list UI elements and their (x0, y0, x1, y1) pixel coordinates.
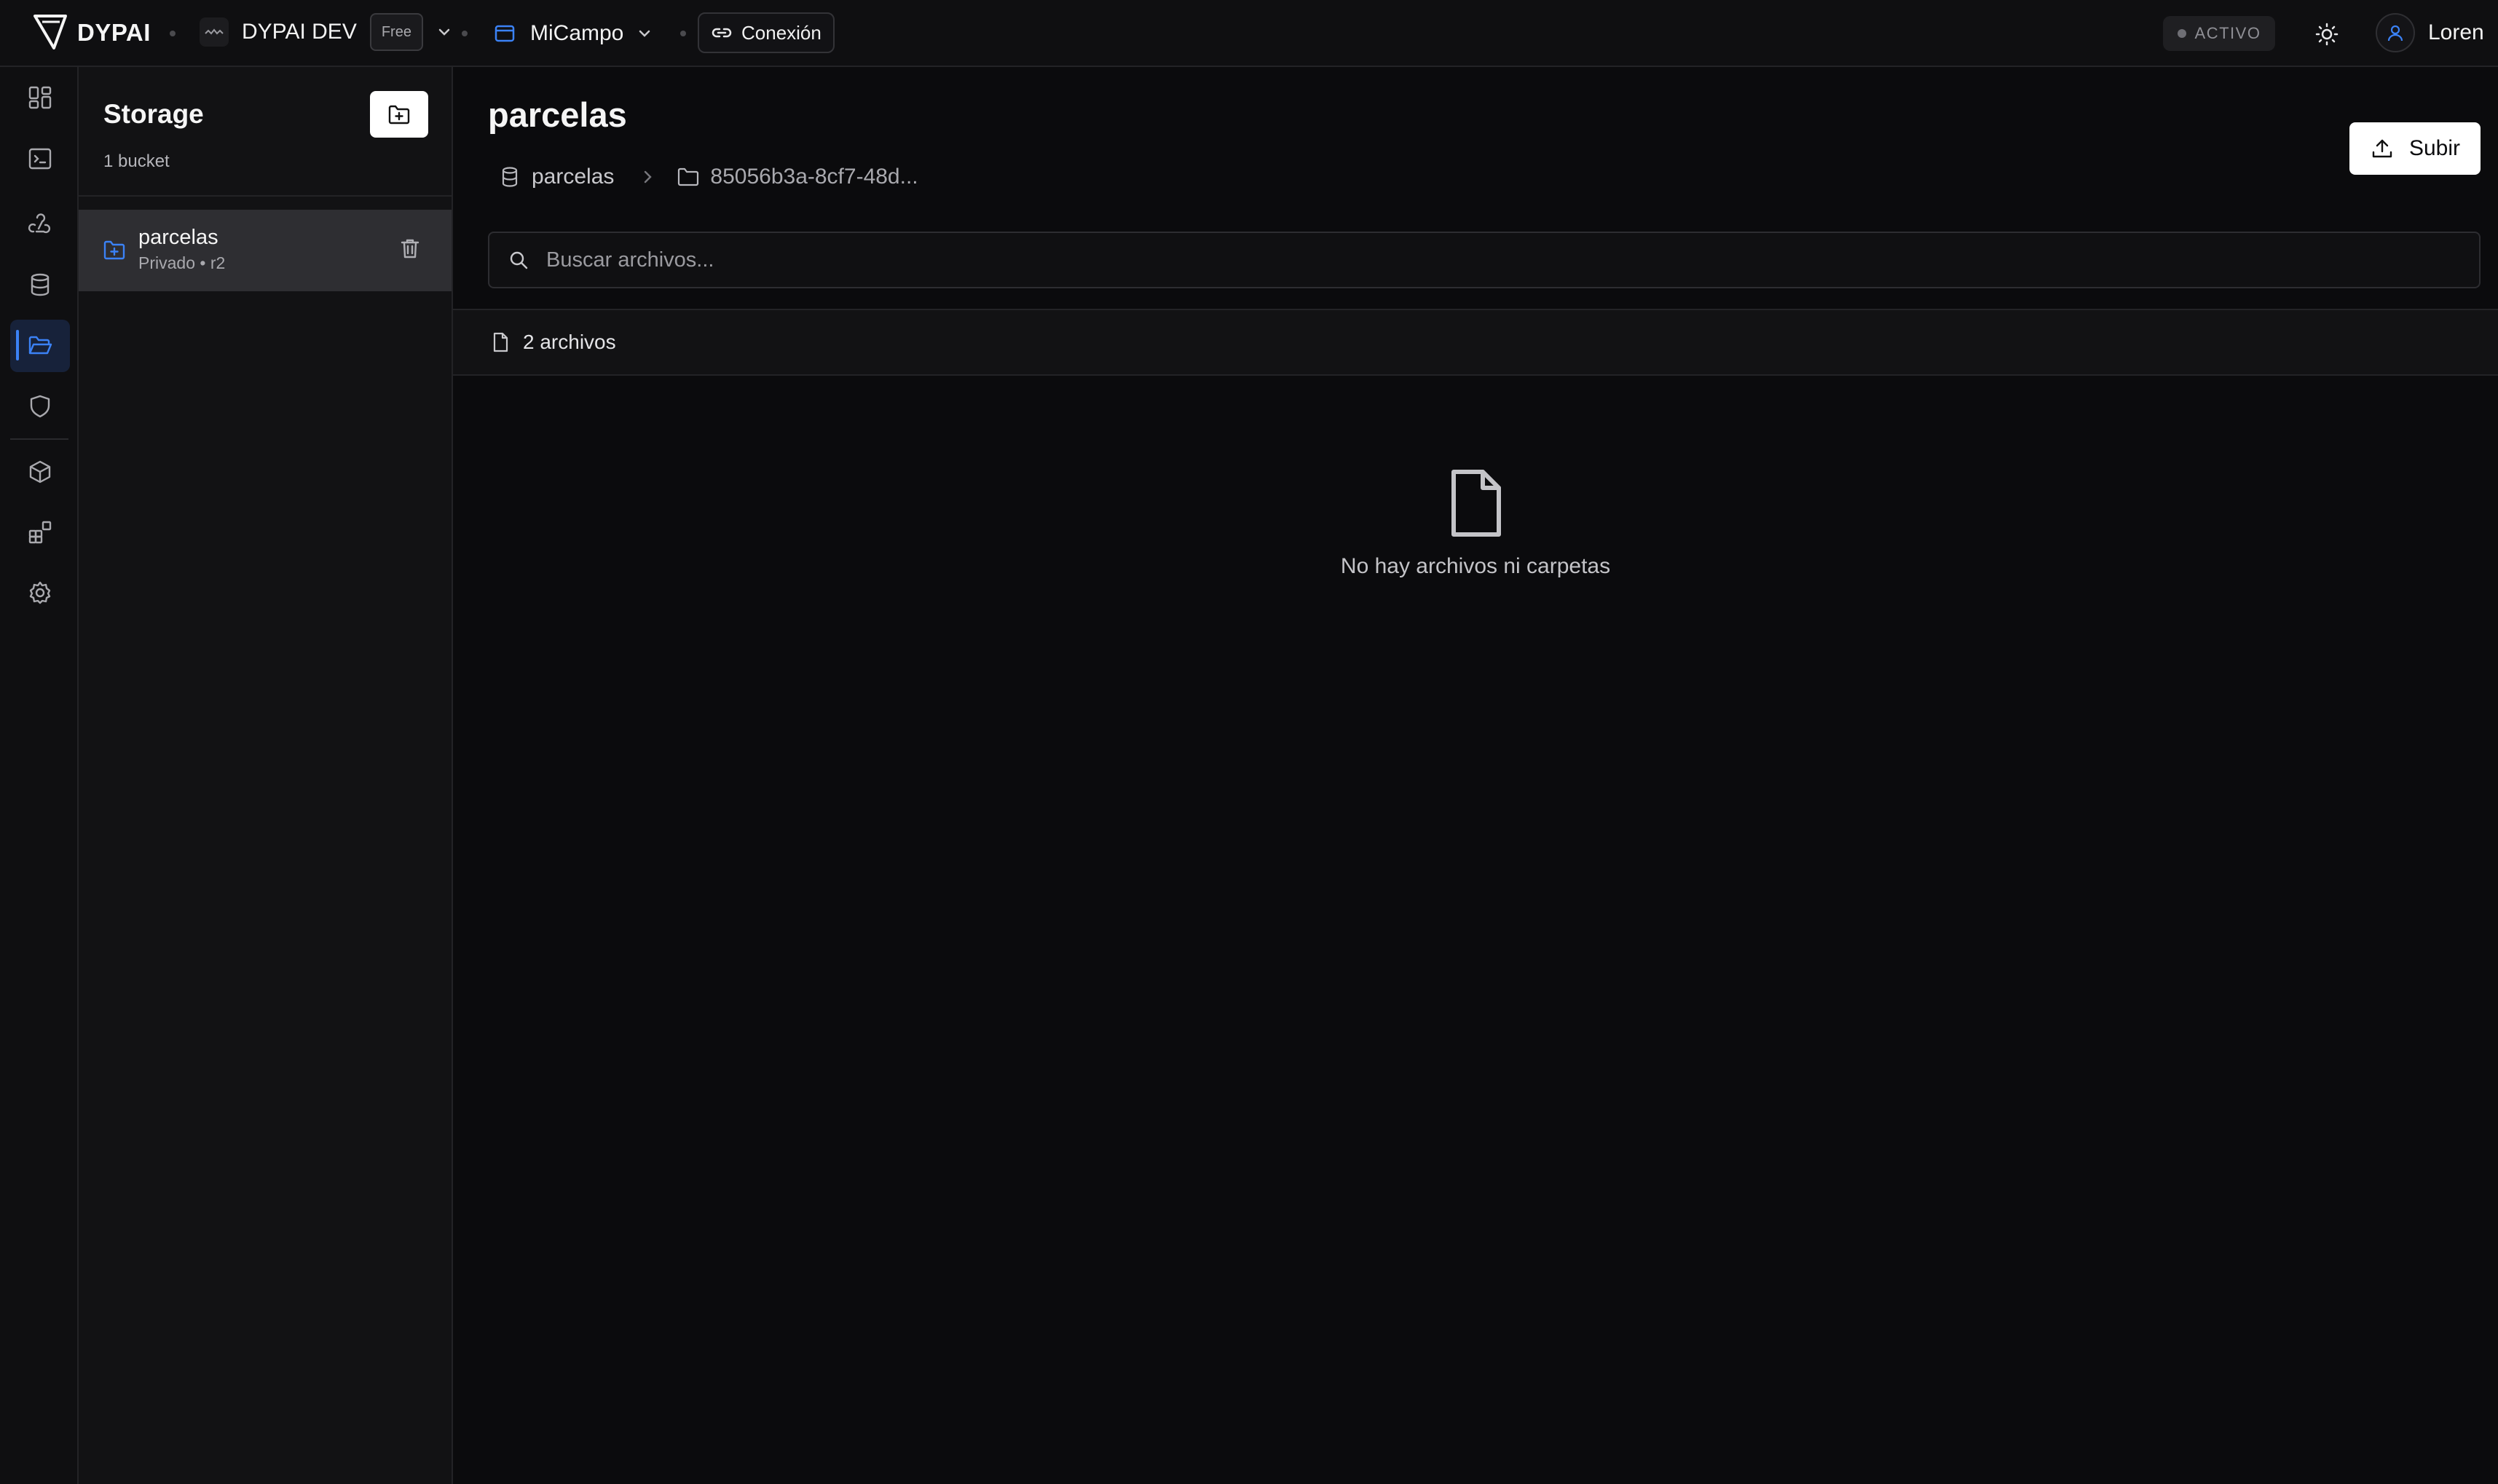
connection-button[interactable]: Conexión (698, 12, 835, 53)
breadcrumb-bucket[interactable]: parcelas (498, 165, 614, 189)
file-count: 2 archivos (523, 331, 616, 353)
nav-auth[interactable] (10, 380, 70, 433)
logo[interactable]: DYPAI (32, 13, 151, 52)
folder-plus-icon (388, 105, 410, 125)
connection-label: Conexión (741, 21, 821, 44)
settings-icon (29, 581, 51, 604)
search-box[interactable] (488, 232, 2481, 288)
avatar (2376, 13, 2415, 52)
user-icon (2387, 25, 2403, 42)
status-badge: ACTIVO (2163, 16, 2275, 51)
empty-state: No hay archivos ni carpetas (453, 467, 2498, 579)
terminal-icon (28, 148, 52, 170)
panel-title: Storage (103, 99, 204, 129)
chevron-down-icon[interactable] (637, 25, 653, 42)
chevron-down-icon[interactable] (436, 24, 452, 40)
user-name: Loren (2428, 20, 2484, 44)
folder-open-icon (28, 336, 52, 355)
nav-database[interactable] (10, 258, 70, 311)
upload-button[interactable]: Subir (2349, 122, 2481, 175)
breadcrumb-folder[interactable]: 85056b3a-8cf7-48d... (677, 165, 918, 189)
separator-dot (462, 31, 468, 36)
nav-sql-editor[interactable] (10, 133, 70, 185)
file-empty-icon (1451, 470, 1501, 537)
org-avatar (200, 17, 229, 47)
dashboard-icon (28, 86, 52, 109)
sun-icon (2315, 23, 2339, 46)
icon-rail (0, 67, 79, 1484)
link-icon (712, 28, 732, 38)
file-count-bar: 2 archivos (453, 309, 2498, 376)
active-indicator (16, 330, 19, 360)
project-switcher[interactable]: MiCampo (492, 13, 653, 54)
new-bucket-button[interactable] (370, 91, 428, 138)
bucket-meta: Privado • r2 (138, 253, 226, 272)
top-bar: DYPAI DYPAI DEV Free MiCampo Conexión AC… (0, 0, 2498, 67)
page-title: parcelas (488, 95, 627, 134)
nav-functions[interactable] (10, 446, 70, 498)
bucket-name: parcelas (138, 226, 218, 249)
database-icon (31, 273, 50, 296)
separator-dot (680, 31, 686, 36)
breadcrumb: parcelas 85056b3a-8cf7-48d... (498, 159, 918, 195)
nav-webhooks[interactable] (10, 198, 70, 250)
status-dot (2177, 29, 2186, 38)
nav-dashboard[interactable] (10, 71, 70, 124)
rail-divider (10, 438, 68, 440)
breadcrumb-bucket-label: parcelas (532, 165, 615, 189)
org-switcher[interactable]: DYPAI DEV Free (200, 13, 452, 51)
storage-panel: Storage 1 bucket parcelas Privado • r2 (79, 67, 453, 1484)
plan-badge: Free (369, 13, 423, 51)
search-icon (510, 251, 528, 269)
nav-storage[interactable] (10, 320, 70, 372)
theme-toggle-button[interactable] (2310, 17, 2344, 51)
folder-icon (678, 167, 699, 186)
dypai-logo-icon (34, 15, 67, 50)
separator-dot (170, 31, 176, 36)
upload-icon (2372, 139, 2392, 158)
main-content: parcelas Subir parcelas 85056b3a-8cf7-48… (453, 67, 2498, 1484)
project-name: MiCampo (530, 21, 624, 45)
panel-divider (79, 195, 452, 197)
blocks-icon (28, 521, 52, 544)
bucket-count: 1 bucket (103, 151, 170, 171)
status-label: ACTIVO (2194, 24, 2261, 42)
logo-text: DYPAI (77, 19, 151, 46)
trash-icon[interactable] (398, 236, 422, 261)
breadcrumb-folder-label: 85056b3a-8cf7-48d... (710, 165, 918, 189)
chevron-right-icon (645, 170, 653, 183)
nav-settings[interactable] (10, 567, 70, 619)
org-name: DYPAI DEV (242, 20, 357, 44)
file-icon (493, 332, 508, 352)
bucket-folder-icon (103, 240, 125, 260)
shield-icon (30, 395, 50, 418)
project-window-icon (495, 25, 515, 42)
database-icon (502, 167, 518, 187)
empty-message: No hay archivos ni carpetas (1340, 554, 1611, 578)
search-input[interactable] (546, 248, 2479, 272)
bucket-list-item[interactable]: parcelas Privado • r2 (79, 210, 452, 291)
upload-label: Subir (2408, 136, 2461, 160)
webhook-icon (28, 213, 51, 234)
nav-integrations[interactable] (10, 506, 70, 559)
package-icon (29, 460, 51, 484)
user-menu[interactable]: Loren (2376, 13, 2484, 52)
